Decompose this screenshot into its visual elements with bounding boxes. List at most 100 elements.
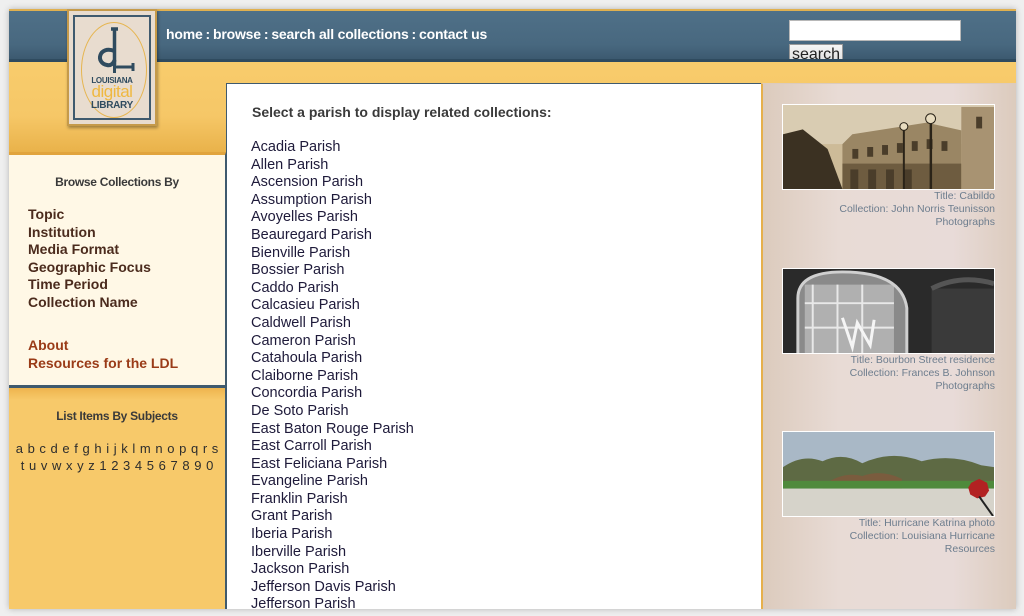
parish-link[interactable]: Iberville Parish xyxy=(251,544,414,562)
subject-letter-link[interactable]: p xyxy=(179,441,186,456)
parish-link[interactable]: Acadia Parish xyxy=(251,139,414,157)
subject-letter-link[interactable]: b xyxy=(28,441,35,456)
bourbon-street-photo[interactable] xyxy=(782,268,995,354)
parish-link[interactable]: Iberia Parish xyxy=(251,526,414,544)
subject-letter-link[interactable]: o xyxy=(167,441,174,456)
subject-letter-link[interactable]: s xyxy=(212,441,219,456)
parish-link[interactable]: Claiborne Parish xyxy=(251,368,414,386)
subject-letter-link[interactable]: m xyxy=(140,441,151,456)
parish-link[interactable]: East Baton Rouge Parish xyxy=(251,421,414,439)
parish-link[interactable]: Caldwell Parish xyxy=(251,315,414,333)
subject-letter-link[interactable]: 4 xyxy=(135,458,142,473)
featured-items-panel: Title: Cabildo Collection: John Norris T… xyxy=(761,83,1016,609)
subject-letter-link[interactable]: v xyxy=(41,458,48,473)
featured-item[interactable]: Title: Hurricane Katrina photo Collectio… xyxy=(782,431,995,555)
subject-letter-link[interactable]: a xyxy=(16,441,23,456)
parish-link[interactable]: Beauregard Parish xyxy=(251,227,414,245)
browse-collection-name-link[interactable]: Collection Name xyxy=(28,294,151,312)
browse-geographic-focus-link[interactable]: Geographic Focus xyxy=(28,259,151,277)
featured-item-title: Title: Bourbon Street residence xyxy=(850,354,995,366)
browse-institution-link[interactable]: Institution xyxy=(28,224,151,242)
parish-link[interactable]: De Soto Parish xyxy=(251,403,414,421)
parish-link[interactable]: Catahoula Parish xyxy=(251,350,414,368)
subject-letter-link[interactable]: 6 xyxy=(159,458,166,473)
subject-letter-link[interactable]: 5 xyxy=(147,458,154,473)
nav-contact-us[interactable]: contact us xyxy=(419,26,487,42)
subject-letter-link[interactable]: 8 xyxy=(182,458,189,473)
nav-search-all-collections[interactable]: search all collections xyxy=(271,26,408,42)
parish-link[interactable]: Concordia Parish xyxy=(251,385,414,403)
subject-letter-link[interactable]: t xyxy=(21,458,25,473)
parish-link[interactable]: Jackson Parish xyxy=(251,561,414,579)
subject-letter-link[interactable]: 9 xyxy=(194,458,201,473)
parish-link[interactable]: Bienville Parish xyxy=(251,245,414,263)
subject-letter-link[interactable]: y xyxy=(77,458,84,473)
subject-letter-link[interactable]: e xyxy=(62,441,69,456)
featured-item-caption: Title: Cabildo Collection: John Norris T… xyxy=(782,190,995,228)
subject-letter-link[interactable]: 0 xyxy=(206,458,213,473)
about-link[interactable]: About xyxy=(28,337,178,355)
browse-time-period-link[interactable]: Time Period xyxy=(28,276,151,294)
featured-item-collection-cont: Photographs xyxy=(935,215,995,228)
search-input[interactable] xyxy=(789,20,961,41)
subject-letter-link[interactable]: 2 xyxy=(111,458,118,473)
page-frame: home: browse: search all collections: conta… xyxy=(9,9,1016,609)
parish-link[interactable]: Cameron Parish xyxy=(251,333,414,351)
nav-separator: : xyxy=(411,26,417,42)
subject-letter-link[interactable]: c xyxy=(39,441,46,456)
subject-letter-link[interactable]: q xyxy=(191,441,198,456)
parish-link[interactable]: Calcasieu Parish xyxy=(251,297,414,315)
subject-letter-link[interactable]: r xyxy=(203,441,207,456)
parish-link[interactable]: Assumption Parish xyxy=(251,192,414,210)
subject-letter-link[interactable]: h xyxy=(94,441,101,456)
cabildo-photo[interactable] xyxy=(782,104,995,190)
featured-item-title: Title: Cabildo xyxy=(934,190,995,202)
parish-link[interactable]: Avoyelles Parish xyxy=(251,209,414,227)
parish-link[interactable]: Grant Parish xyxy=(251,508,414,526)
subjects-panel: List Items By Subjects a b c d e f g h i… xyxy=(9,388,226,609)
featured-item-title: Title: Hurricane Katrina photo xyxy=(858,517,995,529)
browse-collections-list: Topic Institution Media Format Geographi… xyxy=(28,206,151,312)
featured-item[interactable]: Title: Cabildo Collection: John Norris T… xyxy=(782,104,995,228)
louisiana-digital-library-logo[interactable]: LOUISIANA digital LIBRARY xyxy=(67,9,157,126)
parish-link[interactable]: Caddo Parish xyxy=(251,280,414,298)
subject-letter-link[interactable]: l xyxy=(132,441,135,456)
subject-letter-link[interactable]: 1 xyxy=(99,458,106,473)
browse-media-format-link[interactable]: Media Format xyxy=(28,241,151,259)
browse-topic-link[interactable]: Topic xyxy=(28,206,151,224)
parish-link[interactable]: East Feliciana Parish xyxy=(251,456,414,474)
featured-item-collection: Collection: Frances B. Johnson xyxy=(849,366,995,379)
parish-link[interactable]: Evangeline Parish xyxy=(251,473,414,491)
subject-letter-link[interactable]: w xyxy=(52,458,61,473)
about-links: About Resources for the LDL xyxy=(28,337,178,372)
subject-letter-link[interactable]: x xyxy=(66,458,73,473)
parish-link[interactable]: East Carroll Parish xyxy=(251,438,414,456)
subject-letter-link[interactable]: j xyxy=(114,441,117,456)
logo-text-digital: digital xyxy=(91,82,133,101)
parish-link[interactable]: Bossier Parish xyxy=(251,262,414,280)
parish-link[interactable]: Jefferson Davis Parish xyxy=(251,579,414,597)
subject-letter-link[interactable]: 3 xyxy=(123,458,130,473)
subject-letter-link[interactable]: n xyxy=(155,441,162,456)
subject-letter-link[interactable]: u xyxy=(29,458,36,473)
parish-link[interactable]: Allen Parish xyxy=(251,157,414,175)
featured-item-collection-cont: Resources xyxy=(944,542,995,555)
nav-browse[interactable]: browse xyxy=(213,26,261,42)
subject-letter-link[interactable]: d xyxy=(51,441,58,456)
resources-link[interactable]: Resources for the LDL xyxy=(28,355,178,373)
subject-letter-link[interactable]: g xyxy=(83,441,90,456)
nav-home[interactable]: home xyxy=(166,26,203,42)
subject-letter-link[interactable]: f xyxy=(74,441,78,456)
featured-item[interactable]: Title: Bourbon Street residence Collecti… xyxy=(782,268,995,392)
nav-separator: : xyxy=(263,26,269,42)
subject-letter-link[interactable]: i xyxy=(106,441,109,456)
parish-link[interactable]: Ascension Parish xyxy=(251,174,414,192)
hurricane-katrina-photo[interactable] xyxy=(782,431,995,517)
parish-link[interactable]: Franklin Parish xyxy=(251,491,414,509)
subject-letter-link[interactable]: k xyxy=(121,441,128,456)
browse-collections-panel: Browse Collections By Topic Institution … xyxy=(9,152,226,388)
subject-letter-link[interactable]: z xyxy=(88,458,95,473)
featured-item-collection: Collection: John Norris Teunisson xyxy=(839,202,995,215)
parish-link[interactable]: Jefferson Parish xyxy=(251,596,414,609)
subject-letter-link[interactable]: 7 xyxy=(170,458,177,473)
